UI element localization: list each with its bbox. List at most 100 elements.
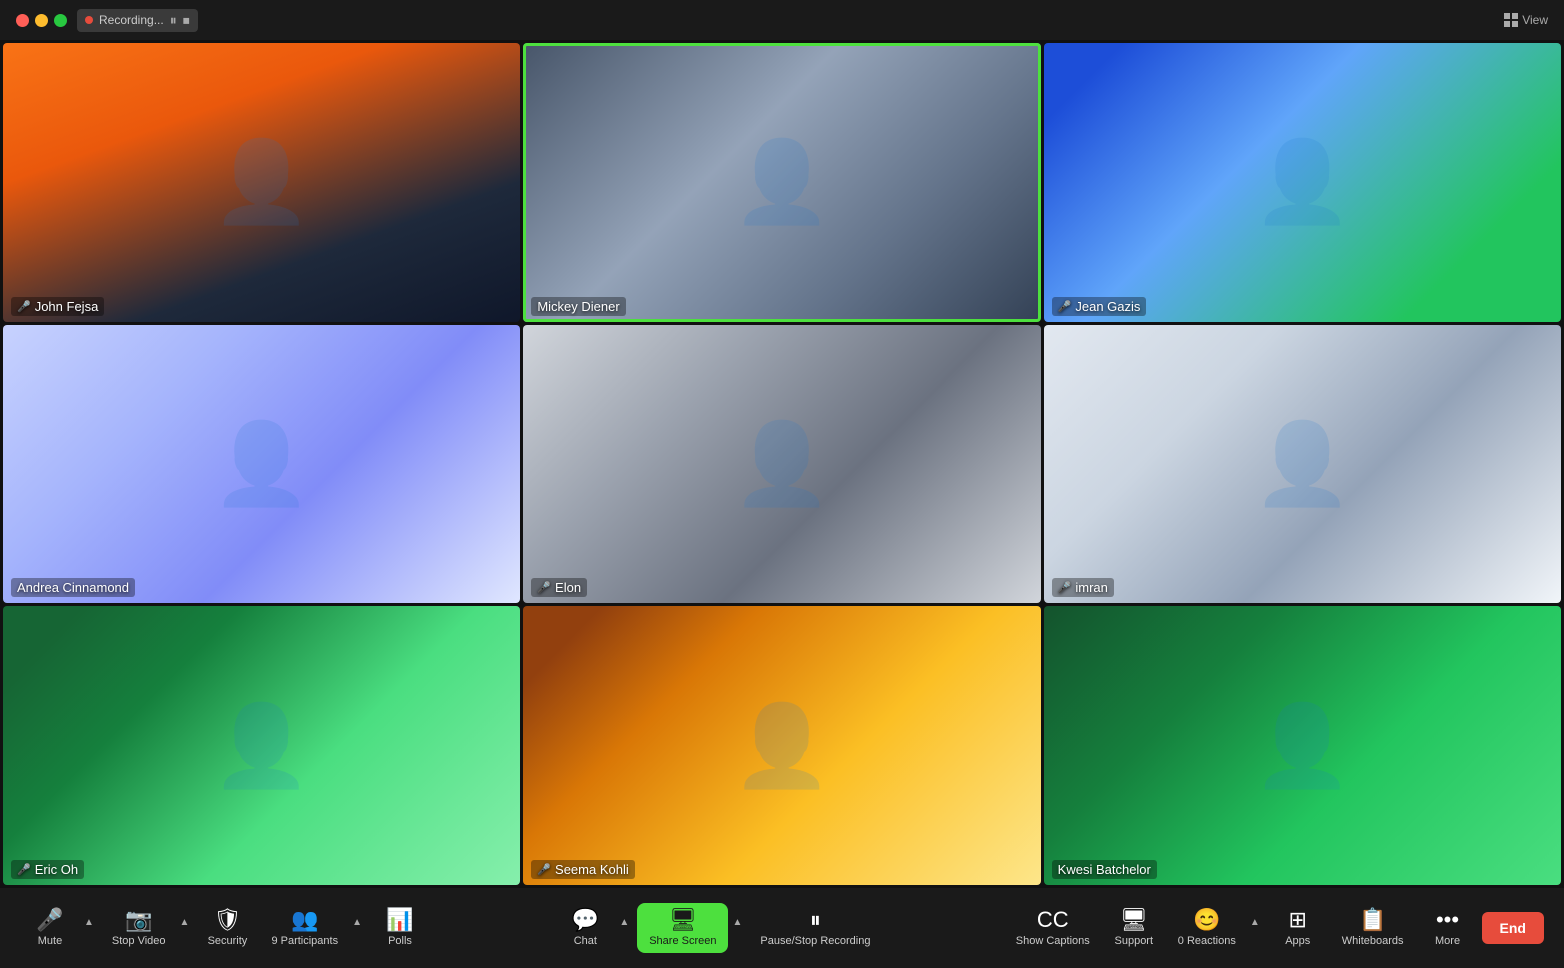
maximize-window-button[interactable] [54,14,67,27]
polls-icon: 📊 [386,909,413,931]
participant-name-kwesi: Kwesi Batchelor [1052,860,1157,879]
security-label: Security [208,935,248,947]
view-button[interactable]: View [1504,13,1548,27]
video-placeholder-elon: 👤 [523,325,1040,604]
video-placeholder-john: 👤 [3,43,520,322]
polls-button[interactable]: 📊 Polls [370,903,430,953]
participants-chevron-button[interactable]: ▲ [348,911,366,934]
video-cell-seema-kohli[interactable]: 👤 🎤 Seema Kohli [523,606,1040,885]
toolbar-right-section: CC Show Captions 🖥 Support 😊 0 Reactions… [1006,903,1544,953]
end-meeting-button[interactable]: End [1482,912,1544,944]
participant-name-john: 🎤 John Fejsa [11,297,104,316]
reactions-chevron-button[interactable]: ▲ [1246,911,1264,934]
show-captions-button[interactable]: CC Show Captions [1006,903,1100,953]
top-bar-left: Recording... ⏸ ⏹ [16,9,198,32]
participants-label: 9 Participants [271,935,338,947]
video-cell-elon[interactable]: 👤 🎤 Elon [523,325,1040,604]
mic-off-icon-eric: 🎤 [17,863,31,876]
mute-label: Mute [38,935,62,947]
chat-group: 💬 Chat ▲ [555,903,633,953]
participants-group: 👥 9 Participants ▲ [261,903,366,953]
video-placeholder-imran: 👤 [1044,325,1561,604]
support-label: Support [1115,935,1154,947]
stop-video-button[interactable]: 📷 Stop Video [102,903,176,953]
video-grid: 👤 🎤 John Fejsa 👤 Mickey Diener 👤 🎤 Jean … [0,40,1564,888]
pause-recording-button[interactable]: ⏸ [170,12,177,29]
share-screen-button[interactable]: 🖥 Share Screen [637,903,728,953]
recording-label: Recording... [99,13,164,27]
stop-recording-button[interactable]: ⏹ [183,12,190,29]
top-bar-right: View [1504,13,1548,27]
mic-off-icon-elon: 🎤 [537,581,551,594]
close-window-button[interactable] [16,14,29,27]
mic-off-icon-imran: 🎤 [1058,581,1072,594]
traffic-lights [16,14,67,27]
toolbar: 🎤 Mute ▲ 📷 Stop Video ▲ 🛡 Security 👥 9 [0,888,1564,968]
participant-name-elon: 🎤 Elon [531,578,587,597]
mic-off-icon-john: 🎤 [17,300,31,313]
support-button[interactable]: 🖥 Support [1104,903,1164,953]
whiteboards-label: Whiteboards [1342,935,1404,947]
participants-icon: 👥 [291,909,318,931]
video-placeholder-seema: 👤 [523,606,1040,885]
microphone-icon: 🎤 [36,909,63,931]
view-label: View [1522,13,1548,27]
stop-video-group: 📷 Stop Video ▲ [102,903,194,953]
video-cell-andrea-cinnamond[interactable]: 👤 Andrea Cinnamond [3,325,520,604]
video-cell-kwesi-batchelor[interactable]: 👤 Kwesi Batchelor [1044,606,1561,885]
mute-chevron-button[interactable]: ▲ [80,911,98,934]
video-placeholder-eric: 👤 [3,606,520,885]
whiteboards-button[interactable]: 📋 Whiteboards [1332,903,1414,953]
participant-name-andrea: Andrea Cinnamond [11,578,135,597]
minimize-window-button[interactable] [35,14,48,27]
mute-button[interactable]: 🎤 Mute [20,903,80,953]
chat-label: Chat [574,935,597,947]
recording-badge: Recording... ⏸ ⏹ [77,9,198,32]
recording-dot-icon [85,16,93,24]
video-placeholder-andrea: 👤 [3,325,520,604]
video-placeholder-mickey: 👤 [523,43,1040,322]
shield-icon: 🛡 [213,909,241,931]
camera-icon: 📷 [125,909,152,931]
participant-name-mickey: Mickey Diener [531,297,625,316]
participant-name-imran: 🎤 imran [1052,578,1114,597]
stop-video-chevron-button[interactable]: ▲ [176,911,194,934]
toolbar-left-section: 🎤 Mute ▲ 📷 Stop Video ▲ 🛡 Security 👥 9 [20,903,430,953]
reactions-button[interactable]: 😊 0 Reactions [1168,903,1246,953]
toolbar-center-section: 💬 Chat ▲ 🖥 Share Screen ▲ ⏸ Pause/Stop R… [555,903,880,953]
video-placeholder-jean: 👤 [1044,43,1561,322]
share-screen-group: 🖥 Share Screen ▲ [637,903,746,953]
more-label: More [1435,935,1460,947]
polls-label: Polls [388,935,412,947]
whiteboards-icon: 📋 [1359,909,1386,931]
video-cell-mickey-diener[interactable]: 👤 Mickey Diener [523,43,1040,322]
support-icon: 🖥 [1120,909,1148,931]
reactions-label: 0 Reactions [1178,935,1236,947]
show-captions-label: Show Captions [1016,935,1090,947]
share-screen-chevron-button[interactable]: ▲ [728,911,746,934]
chat-icon: 💬 [572,909,599,931]
chat-button[interactable]: 💬 Chat [555,903,615,953]
captions-icon: CC [1037,909,1069,931]
apps-label: Apps [1285,935,1310,947]
participants-button[interactable]: 👥 9 Participants [261,903,348,953]
participant-name-eric: 🎤 Eric Oh [11,860,84,879]
reactions-icon: 😊 [1193,909,1220,931]
share-screen-label: Share Screen [649,935,716,947]
mic-off-icon-jean: 🎤 [1058,300,1072,313]
video-cell-imran[interactable]: 👤 🎤 imran [1044,325,1561,604]
pause-stop-recording-button[interactable]: ⏸ Pause/Stop Recording [750,903,880,953]
apps-icon: ⊞ [1289,909,1307,931]
video-cell-jean-gazis[interactable]: 👤 🎤 Jean Gazis [1044,43,1561,322]
share-screen-icon: 🖥 [669,909,697,931]
participant-name-seema: 🎤 Seema Kohli [531,860,634,879]
video-cell-eric-oh[interactable]: 👤 🎤 Eric Oh [3,606,520,885]
chat-chevron-button[interactable]: ▲ [615,911,633,934]
video-cell-john-fejsa[interactable]: 👤 🎤 John Fejsa [3,43,520,322]
security-button[interactable]: 🛡 Security [197,903,257,953]
reactions-group: 😊 0 Reactions ▲ [1168,903,1264,953]
pause-recording-label: Pause/Stop Recording [760,935,870,947]
participant-name-jean: 🎤 Jean Gazis [1052,297,1147,316]
more-button[interactable]: ••• More [1418,903,1478,953]
apps-button[interactable]: ⊞ Apps [1268,903,1328,953]
